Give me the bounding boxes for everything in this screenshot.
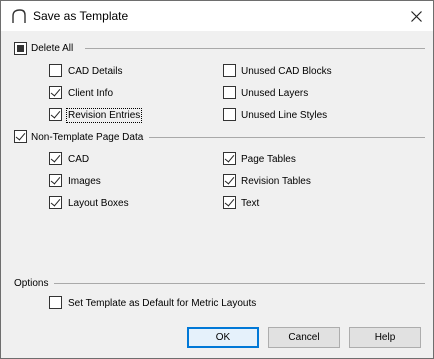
close-button[interactable] — [399, 1, 433, 31]
images-label: Images — [68, 176, 101, 187]
layout-boxes-label: Layout Boxes — [68, 198, 129, 209]
non-template-page-data-label: Non-Template Page Data — [31, 132, 144, 143]
text-checkbox[interactable] — [223, 196, 236, 209]
options-label: Options — [14, 278, 49, 289]
title-bar: Save as Template — [1, 1, 433, 31]
revision-tables-checkbox[interactable] — [223, 174, 236, 187]
client-info-checkbox[interactable] — [49, 86, 62, 99]
unused-line-styles-label: Unused Line Styles — [241, 110, 328, 121]
revision-entries-label: Revision Entries — [65, 108, 143, 123]
ok-button[interactable]: OK — [187, 327, 259, 348]
unused-line-styles-checkbox[interactable] — [223, 108, 236, 121]
metric-default-label: Set Template as Default for Metric Layou… — [68, 298, 257, 309]
unused-cad-blocks-checkbox[interactable] — [223, 64, 236, 77]
cad-checkbox[interactable] — [49, 152, 62, 165]
delete-all-divider — [85, 48, 425, 49]
unused-layers-checkbox[interactable] — [223, 86, 236, 99]
save-as-template-dialog: Save as Template Delete All CAD Details … — [0, 0, 434, 359]
non-template-divider — [149, 137, 425, 138]
layout-boxes-checkbox[interactable] — [49, 196, 62, 209]
arch-icon — [12, 9, 26, 23]
close-icon — [410, 10, 422, 22]
non-template-page-data-checkbox[interactable] — [14, 130, 27, 143]
unused-layers-label: Unused Layers — [241, 88, 309, 99]
revision-tables-label: Revision Tables — [241, 176, 311, 187]
cad-details-checkbox[interactable] — [49, 64, 62, 77]
images-checkbox[interactable] — [49, 174, 62, 187]
help-button[interactable]: Help — [349, 327, 421, 348]
window-title: Save as Template — [33, 9, 129, 23]
cad-details-label: CAD Details — [68, 66, 123, 77]
delete-all-checkbox[interactable] — [14, 42, 27, 55]
client-info-label: Client Info — [68, 88, 114, 99]
revision-entries-checkbox[interactable] — [49, 108, 62, 121]
options-divider — [54, 283, 425, 284]
cad-label: CAD — [68, 154, 90, 165]
text-label: Text — [241, 198, 260, 209]
metric-default-checkbox[interactable] — [49, 296, 62, 309]
page-tables-checkbox[interactable] — [223, 152, 236, 165]
unused-cad-blocks-label: Unused CAD Blocks — [241, 66, 332, 77]
page-tables-label: Page Tables — [241, 154, 296, 165]
cancel-button[interactable]: Cancel — [268, 327, 340, 348]
delete-all-label: Delete All — [31, 43, 74, 54]
